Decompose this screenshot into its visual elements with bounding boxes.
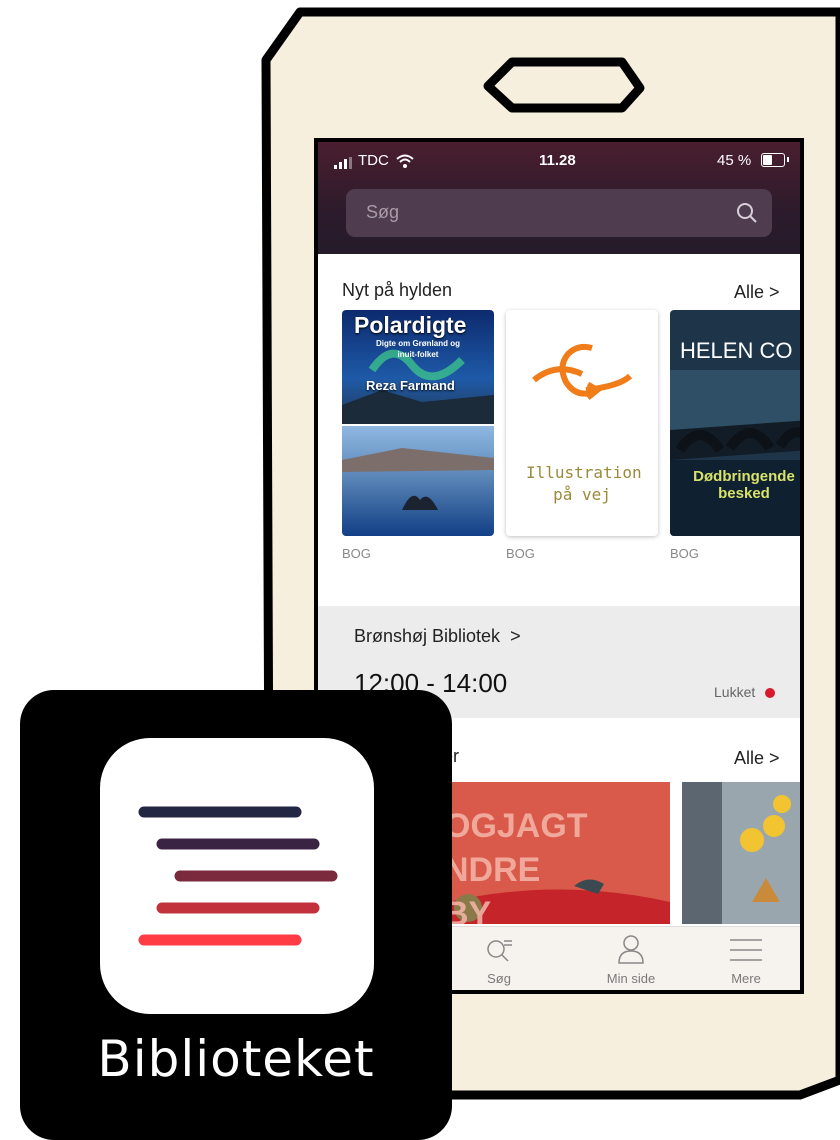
carrier-name: TDC	[358, 152, 389, 169]
book-cover-polardigte[interactable]: Polardigte Digte om Grønland og inuit-fo…	[342, 310, 494, 536]
search-placeholder: Søg	[366, 202, 400, 222]
tab-label: Søg	[487, 971, 511, 986]
book-author-overlay: HELEN CO	[680, 338, 793, 363]
logo-stripes	[138, 806, 338, 946]
open-status: Lukket	[714, 684, 756, 700]
illustration-placeholder-icon	[532, 343, 633, 400]
book-cover-helen[interactable]: HELEN CO Dødbringende besked	[670, 310, 800, 536]
book-cover-placeholder[interactable]: Illustration på vej	[506, 310, 658, 536]
menu-icon	[730, 939, 762, 961]
see-all-events-link[interactable]: Alle >	[734, 748, 780, 769]
search-field[interactable]: Søg	[346, 189, 772, 237]
book-type-label: BOG	[670, 546, 699, 561]
library-name-text: Brønshøj Bibliotek	[354, 626, 501, 646]
section-title-new: Nyt på hylden	[342, 280, 453, 300]
tab-more[interactable]: Mere	[698, 927, 794, 990]
event-flowers-art	[682, 782, 800, 924]
tab-my-page[interactable]: Min side	[576, 927, 686, 990]
user-icon	[618, 935, 644, 964]
event-card-poster[interactable]: OGJAGT NDRE BY	[448, 782, 670, 924]
book-title-overlay: Polardigte	[354, 312, 467, 338]
library-name: Brønshøj Bibliotek >	[354, 626, 521, 647]
book-title-overlay: Dødbringende besked	[693, 468, 795, 502]
search-list-icon	[487, 940, 512, 962]
see-all-new-link[interactable]: Alle >	[734, 282, 780, 303]
book-type-label: BOG	[506, 546, 535, 561]
chevron-right-icon: >	[510, 626, 521, 646]
tab-label: Mere	[731, 971, 761, 986]
wifi-icon	[396, 154, 414, 168]
status-time: 11.28	[539, 152, 576, 169]
app-header: TDC 11.28 45 % Søg	[318, 142, 800, 254]
signal-icon	[334, 157, 352, 169]
battery-icon	[761, 153, 789, 167]
speaker-slot	[483, 57, 645, 113]
book-type-label: BOG	[342, 546, 371, 561]
search-icon[interactable]	[736, 202, 758, 224]
book-author-overlay: Reza Farmand	[366, 378, 455, 393]
tab-search[interactable]: Søg	[458, 927, 540, 990]
event-poster-text: OGJAGT NDRE BY	[448, 807, 588, 924]
closed-status-dot	[765, 688, 775, 698]
illustration-placeholder-text: Illustration på vej	[526, 463, 642, 504]
tab-label: Min side	[606, 971, 656, 986]
book-subtitle-overlay: Digte om Grønland og inuit-folket	[376, 339, 460, 359]
battery-percentage: 45 %	[717, 152, 752, 169]
event-card-flowers[interactable]	[682, 782, 800, 924]
bibliotek-logo-icon	[100, 738, 374, 1014]
app-icon-card[interactable]: Biblioteket	[20, 690, 452, 1140]
app-name: Biblioteket	[97, 1030, 375, 1088]
